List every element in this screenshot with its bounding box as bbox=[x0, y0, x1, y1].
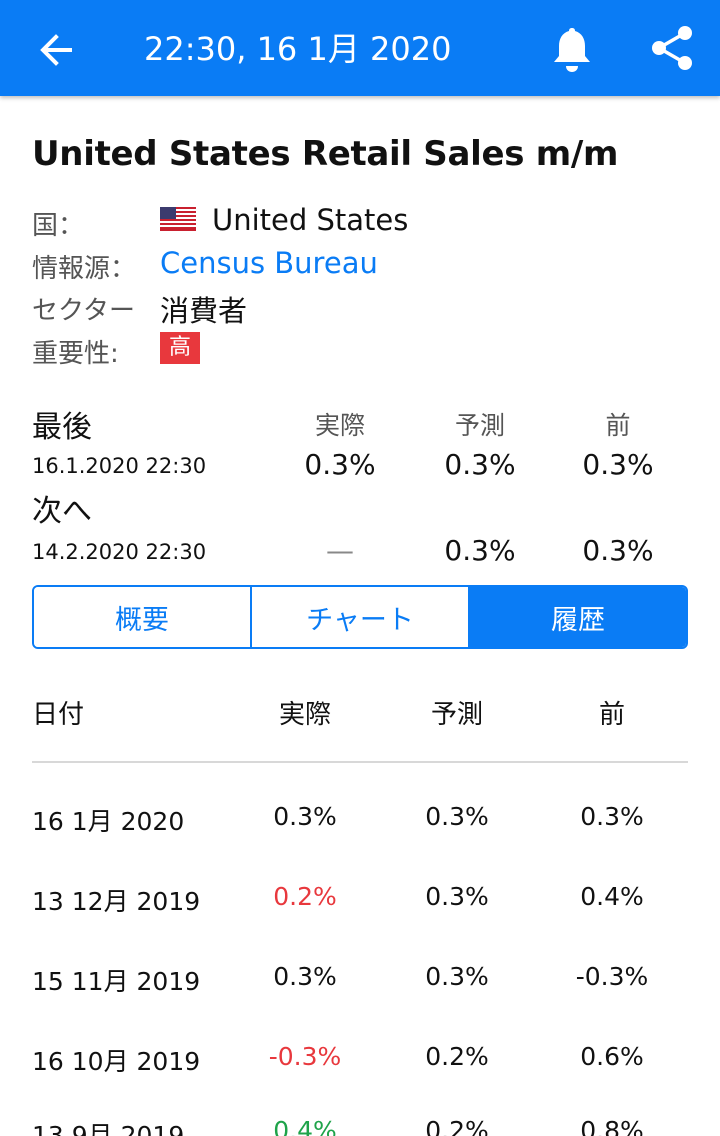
history-divider bbox=[32, 761, 688, 763]
row-previous: 0.4% bbox=[580, 882, 644, 911]
row-actual: 0.4% bbox=[273, 1116, 337, 1136]
row-date: 16 10月 2019 bbox=[32, 1047, 201, 1076]
summary-header-actual: 実際 bbox=[314, 411, 365, 440]
sector-value: 消費者 bbox=[160, 294, 248, 328]
summary-header-forecast: 予測 bbox=[454, 411, 505, 440]
app-bar: 22:30, 16 1月 2020 bbox=[0, 0, 720, 96]
row-date: 15 11月 2019 bbox=[32, 967, 201, 996]
row-forecast: 0.2% bbox=[425, 1116, 489, 1136]
latest-date: 16.1.2020 22:30 bbox=[32, 454, 207, 478]
next-previous: 0.3% bbox=[582, 534, 654, 567]
event-title: United States Retail Sales m/m bbox=[32, 134, 619, 174]
bell-alert-icon[interactable] bbox=[548, 24, 596, 74]
source-label: 情報源： bbox=[32, 254, 137, 284]
history-header-previous: 前 bbox=[598, 700, 625, 730]
summary-header-previous: 前 bbox=[605, 411, 631, 440]
row-actual: -0.3% bbox=[268, 1042, 342, 1071]
row-date: 16 1月 2020 bbox=[32, 807, 185, 836]
tab-history[interactable]: 履歴 bbox=[470, 587, 686, 647]
sector-label: セクター bbox=[32, 296, 135, 326]
history-header-date: 日付 bbox=[32, 700, 85, 730]
page-title: 22:30, 16 1月 2020 bbox=[144, 30, 452, 68]
row-previous: -0.3% bbox=[575, 962, 649, 991]
history-header-actual: 実際 bbox=[278, 700, 331, 730]
latest-actual: 0.3% bbox=[304, 448, 376, 481]
next-actual: — bbox=[326, 534, 354, 567]
tab-bar: 概要 チャート 履歴 bbox=[32, 585, 688, 649]
share-icon[interactable] bbox=[648, 24, 696, 72]
row-actual: 0.3% bbox=[273, 962, 337, 991]
row-forecast: 0.3% bbox=[425, 962, 489, 991]
row-previous: 0.3% bbox=[580, 802, 644, 831]
row-forecast: 0.3% bbox=[425, 882, 489, 911]
history-header-forecast: 予測 bbox=[430, 700, 483, 730]
country-label: 国： bbox=[32, 211, 85, 241]
row-actual: 0.3% bbox=[273, 802, 337, 831]
source-link[interactable]: Census Bureau bbox=[160, 246, 378, 280]
tab-chart[interactable]: チャート bbox=[252, 587, 470, 647]
row-date: 13 9月 2019 bbox=[32, 1121, 185, 1136]
importance-label: 重要性: bbox=[32, 339, 119, 369]
row-forecast: 0.3% bbox=[425, 802, 489, 831]
row-previous: 0.8% bbox=[580, 1116, 644, 1136]
latest-label: 最後 bbox=[32, 410, 92, 445]
importance-badge: 高 bbox=[160, 332, 200, 364]
row-date: 13 12月 2019 bbox=[32, 887, 201, 916]
country-value: United States bbox=[212, 203, 409, 237]
next-date: 14.2.2020 22:30 bbox=[32, 540, 207, 564]
tab-overview[interactable]: 概要 bbox=[34, 587, 252, 647]
row-forecast: 0.2% bbox=[425, 1042, 489, 1071]
latest-previous: 0.3% bbox=[582, 448, 654, 481]
arrow-back-icon[interactable] bbox=[30, 24, 82, 76]
row-previous: 0.6% bbox=[580, 1042, 644, 1071]
row-actual: 0.2% bbox=[273, 882, 337, 911]
latest-forecast: 0.3% bbox=[444, 448, 516, 481]
next-label: 次へ bbox=[32, 494, 92, 529]
next-forecast: 0.3% bbox=[444, 534, 516, 567]
us-flag-icon bbox=[160, 207, 196, 231]
